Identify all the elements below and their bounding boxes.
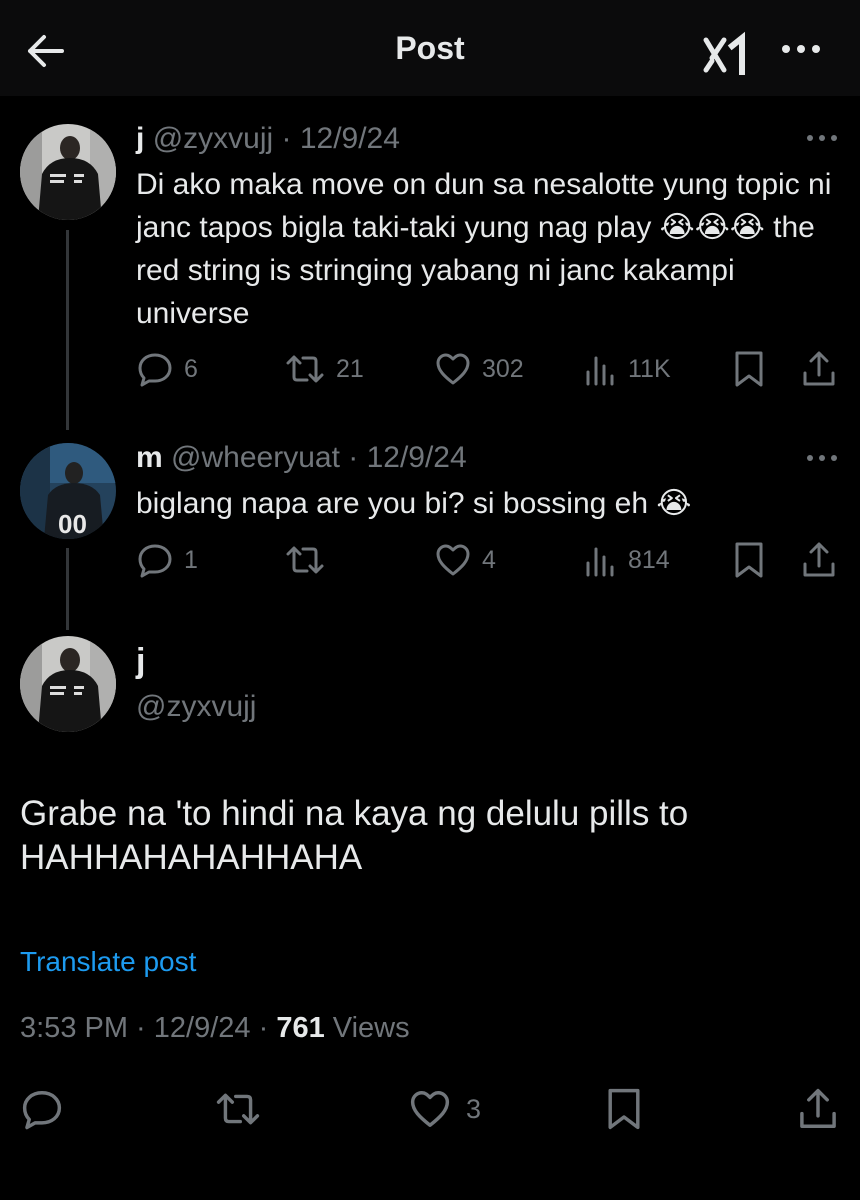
bookmark-icon xyxy=(608,1088,640,1130)
reply-count: 6 xyxy=(184,354,198,383)
reply-icon xyxy=(22,1091,62,1130)
avatar[interactable] xyxy=(20,636,116,732)
more-icon xyxy=(782,45,820,53)
post-date: · 12/9/24 xyxy=(281,122,400,155)
bookmark-button[interactable] xyxy=(732,347,766,391)
thread-connector xyxy=(66,230,69,430)
bookmark-button[interactable] xyxy=(732,538,766,582)
reply-icon xyxy=(138,544,172,578)
svg-text:00: 00 xyxy=(58,509,87,539)
heart-icon xyxy=(436,353,470,385)
analytics-icon xyxy=(586,547,614,577)
reply-count: 1 xyxy=(184,545,198,574)
grok-button[interactable] xyxy=(702,30,754,76)
share-button[interactable] xyxy=(796,1084,840,1134)
share-button[interactable] xyxy=(800,347,838,391)
post-timestamp: 3:53 PM · 12/9/24 · 761 Views xyxy=(20,1012,410,1045)
reply-button[interactable]: 6 xyxy=(136,347,198,391)
repost-icon xyxy=(286,546,324,574)
post-text: biglang napa are you bi? si bossing eh 😭 xyxy=(136,487,692,520)
repost-button[interactable] xyxy=(214,1084,262,1134)
repost-icon xyxy=(286,355,324,383)
more-icon xyxy=(807,455,837,461)
grok-icon xyxy=(703,31,745,75)
like-count: 3 xyxy=(466,1093,482,1124)
more-options-button[interactable] xyxy=(776,34,826,64)
translate-post-link[interactable]: Translate post xyxy=(20,946,196,978)
author-name[interactable]: m xyxy=(136,441,163,474)
avatar[interactable]: 00 xyxy=(20,443,116,539)
views-count: 761 xyxy=(276,1012,325,1044)
reply-icon xyxy=(138,353,172,387)
views-count: 11K xyxy=(628,354,671,383)
more-icon xyxy=(807,135,837,141)
repost-count: 21 xyxy=(336,354,364,383)
post-text: Di ako maka move on dun sa nesalotte yun… xyxy=(136,168,832,330)
heart-icon xyxy=(410,1091,450,1127)
reply-button[interactable]: 1 xyxy=(136,538,198,582)
share-icon xyxy=(800,1088,836,1128)
share-icon xyxy=(803,542,835,577)
author-handle[interactable]: @zyxvujj xyxy=(136,690,256,724)
repost-icon xyxy=(216,1093,260,1125)
repost-button[interactable] xyxy=(284,538,336,582)
main-post-text: Grabe na 'to hindi na kaya ng delulu pil… xyxy=(20,794,689,877)
top-bar: Post xyxy=(0,0,860,96)
views-button[interactable]: 814 xyxy=(584,538,670,582)
author-handle[interactable]: @wheeryuat xyxy=(171,441,340,474)
reply-button[interactable] xyxy=(20,1084,64,1134)
post-meta: j @zyxvujj · 12/9/24 xyxy=(136,122,400,156)
bookmark-button[interactable] xyxy=(604,1084,644,1134)
like-count: 4 xyxy=(482,545,496,574)
like-count: 302 xyxy=(482,354,524,383)
post-more-button[interactable] xyxy=(802,448,842,468)
post-more-button[interactable] xyxy=(802,128,842,148)
thread-connector xyxy=(66,548,69,630)
share-icon xyxy=(803,351,835,386)
like-button[interactable]: 302 xyxy=(434,347,524,391)
like-button[interactable]: 3 xyxy=(408,1084,481,1134)
author-name[interactable]: j xyxy=(136,122,144,155)
bookmark-icon xyxy=(735,542,763,578)
heart-icon xyxy=(436,544,470,576)
bookmark-icon xyxy=(735,351,763,387)
author-name[interactable]: j xyxy=(136,642,145,681)
views-label: Views xyxy=(324,1012,410,1044)
avatar[interactable] xyxy=(20,124,116,220)
analytics-icon xyxy=(586,356,614,386)
post-date: · 12/9/24 xyxy=(348,441,467,474)
views-button[interactable]: 11K xyxy=(584,347,671,391)
post-time: 3:53 PM · 12/9/24 · xyxy=(20,1012,277,1044)
repost-button[interactable]: 21 xyxy=(284,347,364,391)
author-handle[interactable]: @zyxvujj xyxy=(153,122,273,155)
views-count: 814 xyxy=(628,545,670,574)
share-button[interactable] xyxy=(800,538,838,582)
like-button[interactable]: 4 xyxy=(434,538,496,582)
post-meta: m @wheeryuat · 12/9/24 xyxy=(136,441,467,475)
